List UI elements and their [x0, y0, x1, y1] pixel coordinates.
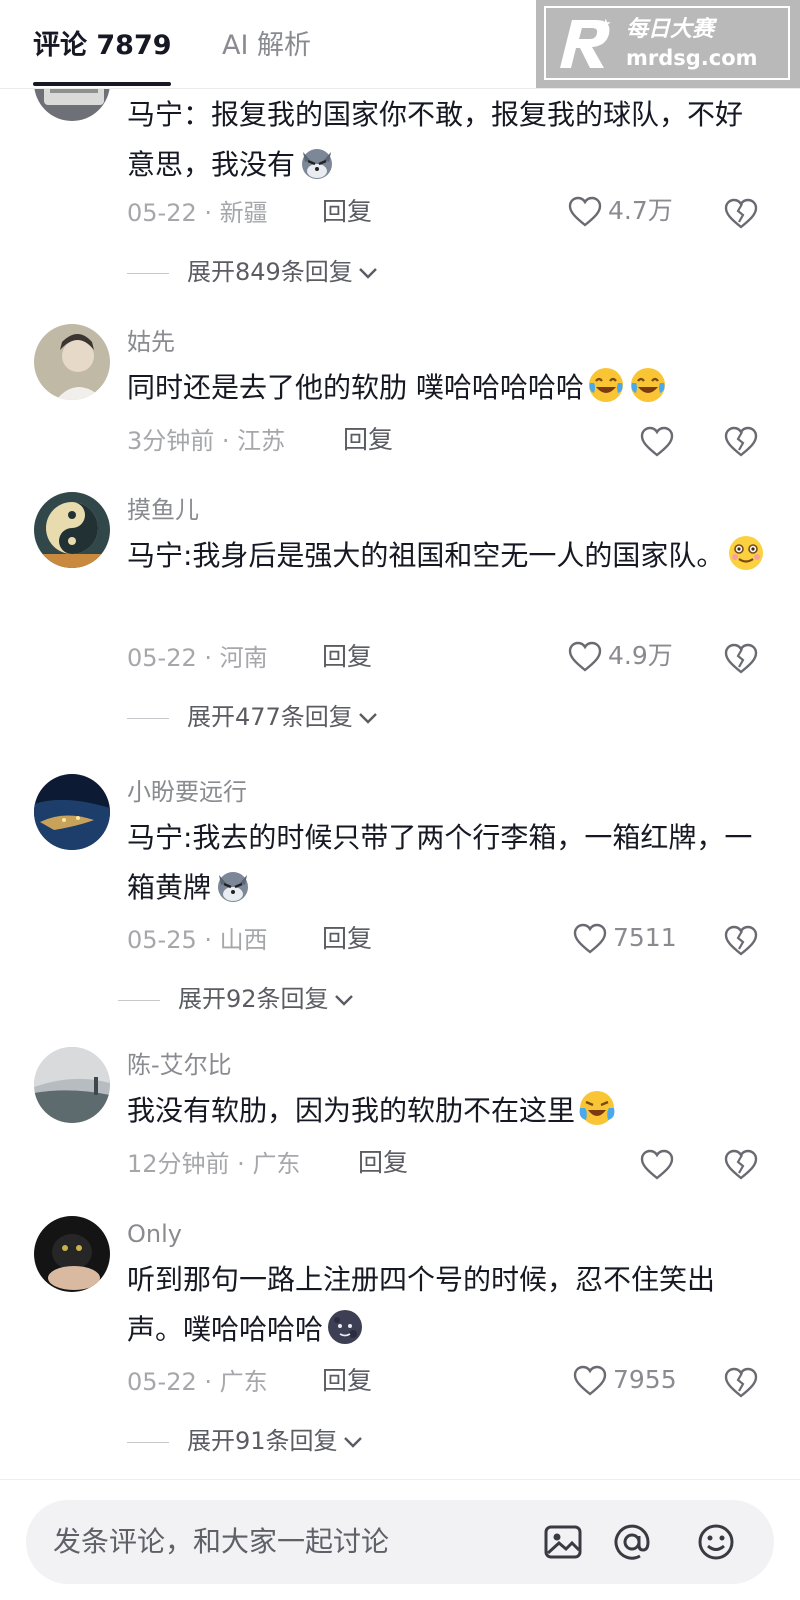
username[interactable]: 小盼要远行	[127, 776, 247, 808]
dislike-icon[interactable]	[724, 426, 758, 458]
like-count: 7511	[613, 923, 677, 952]
dislike-icon[interactable]	[724, 1367, 758, 1399]
watermark-logo: ★	[560, 17, 612, 68]
comment-text: 听到那句一路上注册四个号的时候，忍不住笑出声。噗哈哈哈哈	[127, 1263, 716, 1346]
emoji-icon[interactable]	[696, 1522, 736, 1562]
mention-icon[interactable]	[612, 1522, 652, 1562]
expand-replies[interactable]: 展开849条回复	[127, 256, 379, 288]
dislike-icon[interactable]	[724, 925, 758, 957]
smile-emoji-icon	[729, 536, 764, 570]
dislike-icon[interactable]	[724, 1149, 758, 1181]
tab-ai-analysis[interactable]: AI 解析	[222, 28, 311, 64]
dislike-icon[interactable]	[724, 198, 758, 230]
comment-meta: 05-25 · 山西	[127, 926, 268, 954]
comment-text: 马宁:我身后是强大的祖国和空无一人的国家队。	[127, 531, 767, 581]
reply-button[interactable]: 回复	[322, 923, 372, 955]
comment-input[interactable]: 发条评论，和大家一起讨论	[26, 1500, 774, 1584]
reply-button[interactable]: 回复	[322, 641, 372, 673]
heart-icon	[568, 641, 602, 672]
like-count: 7955	[613, 1365, 677, 1394]
comment-text: 我没有软肋，因为我的软肋不在这里	[127, 1086, 767, 1136]
comment-input-placeholder: 发条评论，和大家一起讨论	[53, 1525, 390, 1558]
reply-button[interactable]: 回复	[343, 424, 393, 456]
reply-button[interactable]: 回复	[358, 1147, 408, 1179]
avatar[interactable]	[34, 1047, 110, 1123]
tab-comments[interactable]: 评论 7879	[33, 28, 172, 64]
avatar[interactable]	[34, 774, 110, 850]
dislike-icon[interactable]	[724, 643, 758, 675]
reply-button[interactable]: 回复	[322, 1365, 372, 1397]
laugh-cry-emoji-icon	[588, 368, 623, 402]
image-icon[interactable]	[543, 1522, 583, 1562]
expand-replies[interactable]: 展开91条回复	[127, 1425, 364, 1457]
dark-moon-emoji-icon	[328, 1310, 363, 1344]
heart-icon	[573, 1365, 607, 1396]
avatar[interactable]	[34, 492, 110, 568]
comment-list: 马宁：报复我的国家你不敢，报复我的球队，不好意思，我没有 05-22 · 新疆 …	[0, 89, 800, 1479]
heart-icon[interactable]	[640, 426, 674, 458]
comment-input-bar: 发条评论，和大家一起讨论	[0, 1479, 800, 1600]
username[interactable]: 摸鱼儿	[127, 494, 199, 526]
comment-meta: 12分钟前 · 广东	[127, 1150, 301, 1178]
comment-meta: 05-22 · 新疆	[127, 199, 268, 227]
reply-button[interactable]: 回复	[322, 196, 372, 228]
watermark-cn: 每日大赛	[626, 17, 715, 42]
comment-meta: 05-22 · 广东	[127, 1368, 268, 1396]
comment-text: 马宁：报复我的国家你不敢，报复我的球队，不好意思，我没有	[127, 98, 744, 181]
chevron-down-icon	[358, 713, 377, 724]
watermark-badge: ★ 每日大赛 mrdsg.com	[536, 0, 800, 88]
laugh-cry-emoji-icon	[630, 368, 665, 402]
avatar[interactable]	[34, 324, 110, 400]
avatar[interactable]	[34, 89, 110, 121]
comment-text: 同时还是去了他的软肋 噗哈哈哈哈哈	[127, 363, 767, 413]
comment-text: 马宁:我去的时候只带了两个行李箱，一箱红牌，一箱黄牌	[127, 821, 753, 904]
expand-replies[interactable]: 展开92条回复	[118, 983, 355, 1015]
avatar[interactable]	[34, 1216, 110, 1292]
heart-icon	[573, 923, 607, 954]
active-tab-indicator	[33, 82, 171, 86]
heart-icon[interactable]	[640, 1149, 674, 1181]
expand-replies[interactable]: 展开477条回复	[127, 701, 379, 733]
username[interactable]: Only	[127, 1218, 182, 1250]
comment-meta: 3分钟前 · 江苏	[127, 427, 286, 455]
svg-text:★: ★	[600, 17, 612, 32]
cry-laugh-emoji-icon	[579, 1091, 615, 1125]
chevron-down-icon	[334, 995, 353, 1006]
chevron-down-icon	[343, 1437, 362, 1448]
username[interactable]: 陈-艾尔比	[127, 1049, 232, 1081]
comments-header: 评论 7879 AI 解析 ★ 每日大赛 mrdsg.com	[0, 0, 800, 89]
wolf-emoji-icon	[302, 149, 333, 179]
heart-icon	[568, 196, 602, 227]
like-count: 4.7万	[608, 196, 673, 225]
like-count: 4.9万	[608, 641, 673, 670]
chevron-down-icon	[358, 268, 377, 279]
username[interactable]: 姑先	[127, 326, 175, 358]
comment-meta: 05-22 · 河南	[127, 644, 268, 672]
watermark-url: mrdsg.com	[626, 46, 758, 70]
wolf-emoji-icon	[218, 872, 249, 902]
